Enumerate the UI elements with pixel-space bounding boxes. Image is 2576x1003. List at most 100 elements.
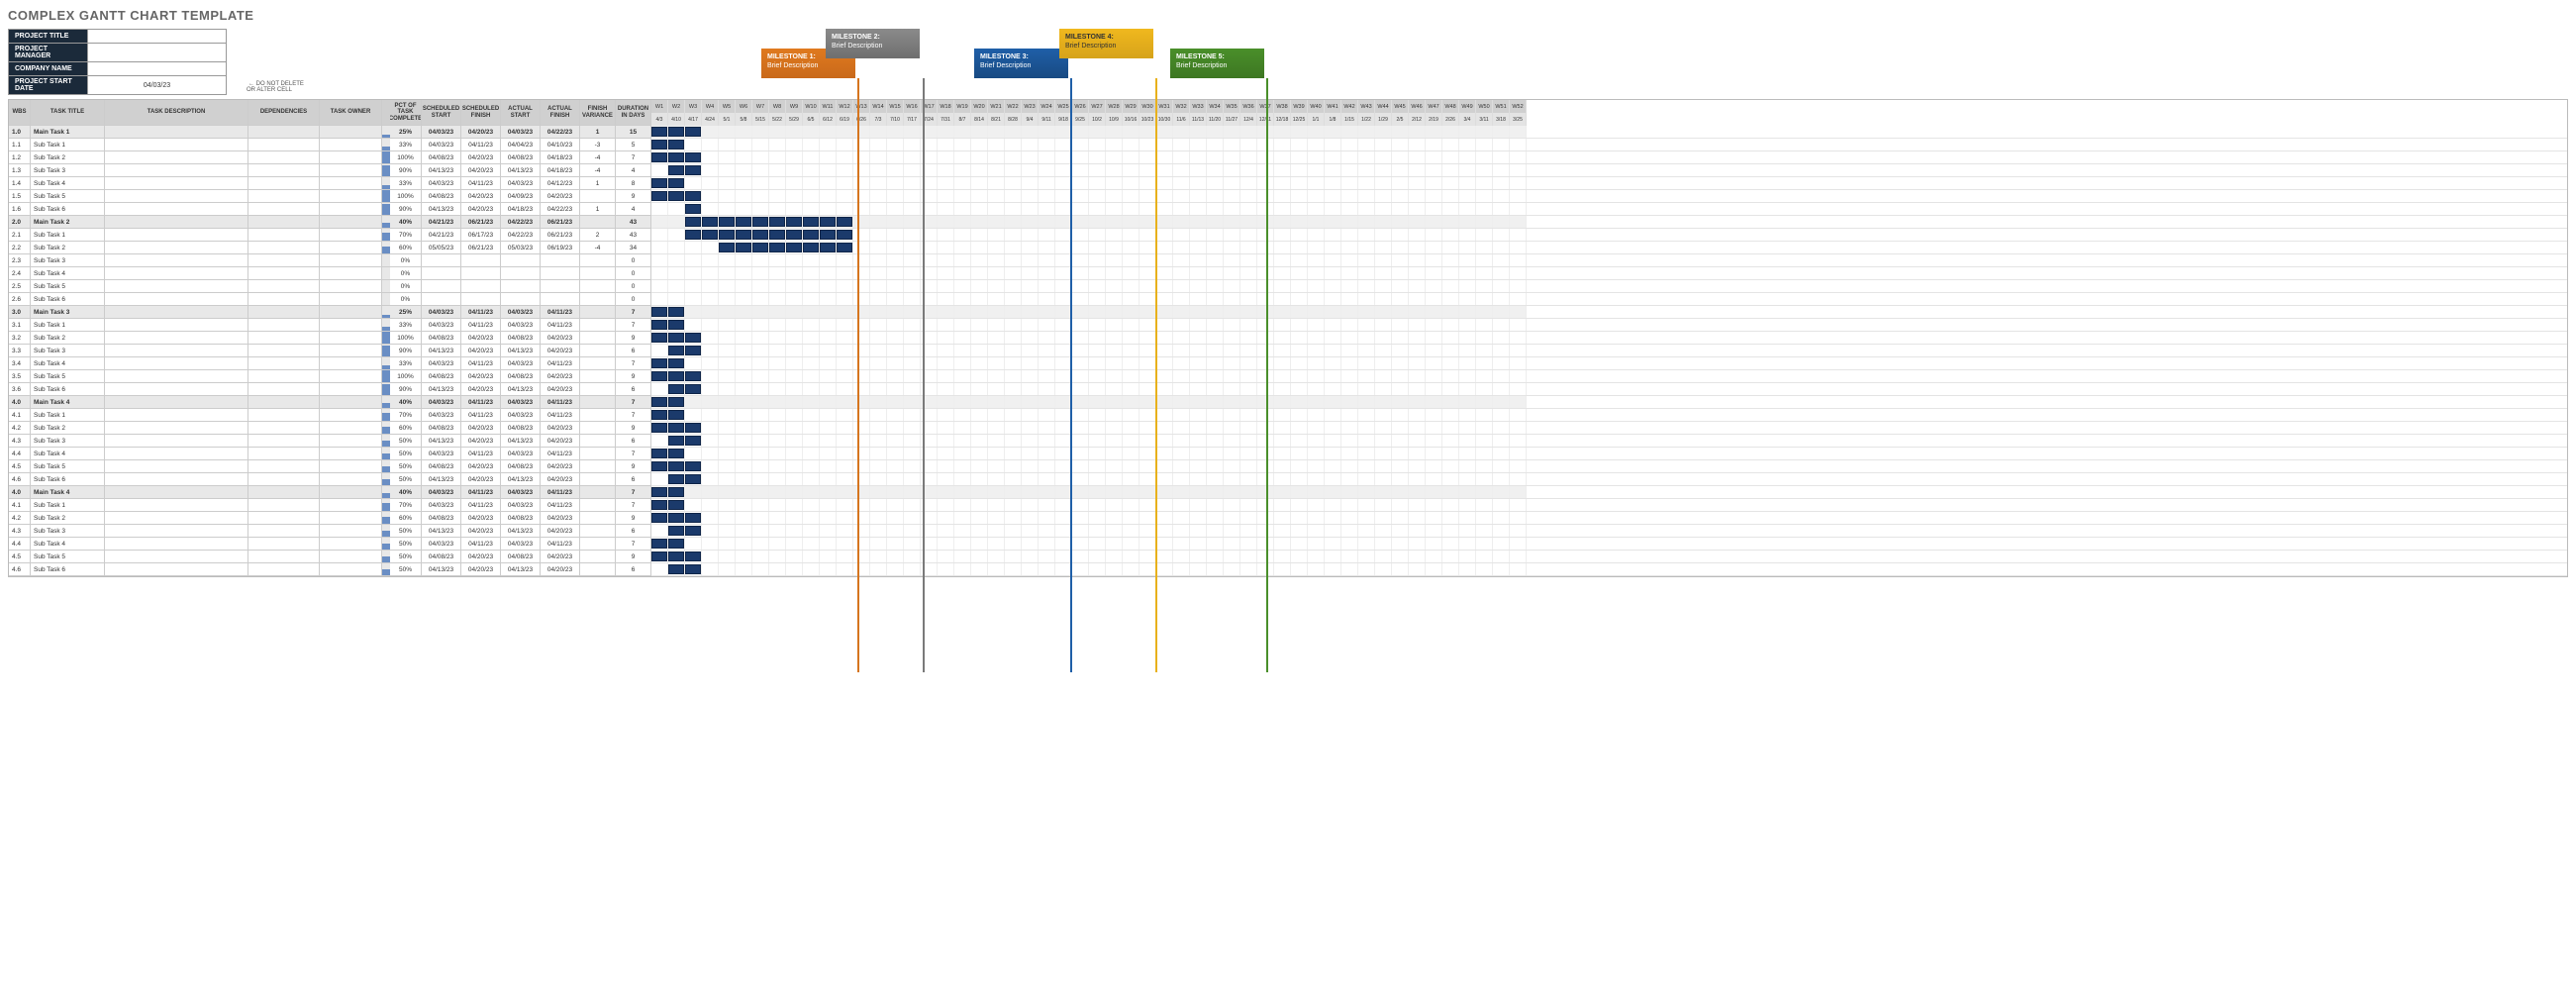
gantt-cell[interactable] [719, 319, 736, 331]
cell-dep[interactable] [248, 332, 320, 344]
gantt-cell[interactable] [988, 267, 1005, 279]
gantt-cell[interactable] [1072, 473, 1089, 485]
gantt-cell[interactable] [837, 164, 853, 176]
cell-pct[interactable]: 33% [390, 139, 422, 150]
gantt-cell[interactable] [685, 164, 702, 176]
cell-dep[interactable] [248, 190, 320, 202]
gantt-cell[interactable] [904, 190, 921, 202]
gantt-cell[interactable] [1274, 306, 1291, 318]
gantt-cell[interactable] [938, 216, 954, 228]
gantt-cell[interactable] [1207, 216, 1224, 228]
cell-afinish[interactable] [541, 280, 580, 292]
gantt-cell[interactable] [1156, 435, 1173, 447]
cell-wbs[interactable]: 1.4 [9, 177, 31, 189]
cell-task[interactable]: Sub Task 3 [31, 435, 105, 447]
gantt-cell[interactable] [1190, 280, 1207, 292]
gantt-cell[interactable] [1005, 538, 1022, 550]
gantt-cell[interactable] [1106, 409, 1123, 421]
gantt-cell[interactable] [786, 409, 803, 421]
gantt-cell[interactable] [1089, 525, 1106, 537]
cell-desc[interactable] [105, 486, 248, 498]
sub-task-row[interactable]: 2.4Sub Task 40%0 [9, 267, 651, 280]
gantt-cell[interactable] [1392, 396, 1409, 408]
gantt-cell[interactable] [1409, 345, 1426, 356]
gantt-cell[interactable] [820, 460, 837, 472]
gantt-cell[interactable] [938, 396, 954, 408]
main-task-row[interactable]: 4.0Main Task 440%04/03/2304/11/2304/03/2… [9, 396, 651, 409]
gantt-cell[interactable] [1089, 422, 1106, 434]
cell-sfinish[interactable]: 04/11/23 [461, 177, 501, 189]
gantt-cell[interactable] [971, 563, 988, 575]
gantt-cell[interactable] [1325, 306, 1341, 318]
main-task-row[interactable]: 2.0Main Task 240%04/21/2306/21/2304/22/2… [9, 216, 651, 229]
cell-task[interactable]: Sub Task 2 [31, 242, 105, 253]
cell-pct[interactable]: 50% [390, 435, 422, 447]
gantt-cell[interactable] [1476, 254, 1493, 266]
cell-sfinish[interactable]: 04/11/23 [461, 396, 501, 408]
gantt-cell[interactable] [1341, 139, 1358, 150]
gantt-bar[interactable] [702, 217, 718, 227]
cell-sfinish[interactable]: 04/20/23 [461, 203, 501, 215]
gantt-cell[interactable] [685, 345, 702, 356]
cell-var[interactable] [580, 190, 616, 202]
gantt-cell[interactable] [1409, 525, 1426, 537]
gantt-cell[interactable] [803, 409, 820, 421]
gantt-cell[interactable] [1072, 370, 1089, 382]
gantt-cell[interactable] [1022, 345, 1039, 356]
gantt-cell[interactable] [1442, 306, 1459, 318]
gantt-cell[interactable] [1274, 216, 1291, 228]
gantt-cell[interactable] [1072, 525, 1089, 537]
gantt-cell[interactable] [1173, 332, 1190, 344]
gantt-cell[interactable] [837, 486, 853, 498]
gantt-cell[interactable] [1089, 139, 1106, 150]
gantt-cell[interactable] [752, 473, 769, 485]
gantt-cell[interactable] [702, 332, 719, 344]
gantt-cell[interactable] [651, 357, 668, 369]
gantt-cell[interactable] [904, 254, 921, 266]
gantt-cell[interactable] [1240, 332, 1257, 344]
gantt-cell[interactable] [719, 203, 736, 215]
gantt-bar[interactable] [668, 449, 684, 458]
cell-sstart[interactable]: 04/03/23 [422, 538, 461, 550]
gantt-cell[interactable] [853, 551, 870, 562]
gantt-cell[interactable] [702, 319, 719, 331]
gantt-cell[interactable] [837, 267, 853, 279]
cell-var[interactable]: 1 [580, 177, 616, 189]
gantt-cell[interactable] [1072, 229, 1089, 241]
gantt-cell[interactable] [769, 216, 786, 228]
gantt-cell[interactable] [1375, 486, 1392, 498]
cell-pct[interactable]: 50% [390, 473, 422, 485]
gantt-cell[interactable] [820, 551, 837, 562]
cell-task[interactable]: Sub Task 4 [31, 538, 105, 550]
cell-astart[interactable]: 04/13/23 [501, 435, 541, 447]
cell-wbs[interactable]: 2.0 [9, 216, 31, 228]
gantt-bar[interactable] [685, 526, 701, 536]
gantt-cell[interactable] [1510, 551, 1527, 562]
gantt-cell[interactable] [954, 332, 971, 344]
gantt-cell[interactable] [1123, 306, 1139, 318]
gantt-cell[interactable] [1274, 486, 1291, 498]
gantt-cell[interactable] [1190, 177, 1207, 189]
gantt-cell[interactable] [1005, 499, 1022, 511]
gantt-cell[interactable] [752, 499, 769, 511]
gantt-cell[interactable] [971, 448, 988, 459]
gantt-cell[interactable] [837, 383, 853, 395]
cell-dur[interactable]: 5 [616, 139, 651, 150]
gantt-cell[interactable] [887, 383, 904, 395]
gantt-cell[interactable] [1156, 422, 1173, 434]
cell-desc[interactable] [105, 332, 248, 344]
gantt-cell[interactable] [1106, 563, 1123, 575]
cell-astart[interactable]: 04/03/23 [501, 126, 541, 138]
gantt-bar[interactable] [736, 243, 751, 252]
gantt-cell[interactable] [1240, 448, 1257, 459]
gantt-cell[interactable] [685, 280, 702, 292]
gantt-cell[interactable] [954, 267, 971, 279]
cell-dur[interactable]: 6 [616, 525, 651, 537]
gantt-cell[interactable] [1072, 396, 1089, 408]
gantt-cell[interactable] [1039, 293, 1055, 305]
gantt-cell[interactable] [685, 383, 702, 395]
gantt-cell[interactable] [668, 563, 685, 575]
gantt-cell[interactable] [719, 422, 736, 434]
gantt-cell[interactable] [1274, 422, 1291, 434]
gantt-bar[interactable] [668, 307, 684, 317]
